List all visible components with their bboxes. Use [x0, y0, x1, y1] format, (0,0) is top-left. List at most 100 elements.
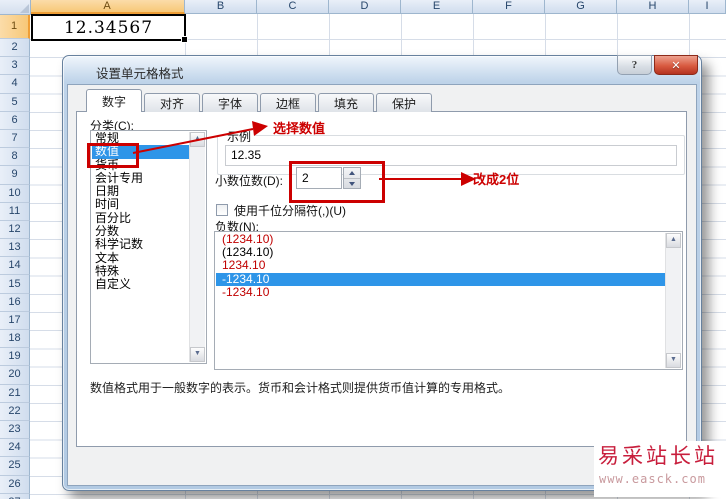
column-header[interactable]: C [257, 0, 329, 14]
negative-format-option[interactable]: -1234.10 [216, 285, 666, 299]
column-header-label: F [505, 0, 512, 12]
scroll-down-icon[interactable]: ▼ [190, 347, 205, 362]
negative-format-option[interactable]: 1234.10 [216, 259, 666, 272]
category-option[interactable]: 文本 [92, 251, 190, 265]
row-header[interactable]: 12 [0, 220, 30, 240]
tab-label: 对齐 [159, 96, 184, 111]
category-option[interactable]: 自定义 [92, 278, 190, 291]
row-header[interactable]: 19 [0, 348, 30, 367]
category-option-label: 特殊 [95, 263, 120, 278]
category-option[interactable]: 日期 [92, 185, 190, 198]
row-header[interactable]: 22 [0, 402, 30, 421]
row-header[interactable]: 23 [0, 420, 30, 440]
row-header-label: 14 [8, 259, 21, 272]
row-header-label: 1 [10, 19, 18, 32]
row-header[interactable]: 9 [0, 166, 30, 185]
negative-formats-listbox[interactable]: (1234.10) (1234.10) 1234.10 -1234.10 -1234.1… [214, 231, 683, 370]
row-header[interactable]: 14 [0, 257, 30, 276]
tab[interactable]: 填充 [318, 93, 374, 112]
close-icon: ✕ [671, 59, 681, 72]
thousands-separator-label: 使用千位分隔符(,)(U) [234, 204, 346, 218]
column-header[interactable]: D [329, 0, 401, 14]
format-cells-dialog: 设置单元格格式 ? ✕ 数字 对齐 字体 边框 填充 保护 分类(C): 常规 数值 货币 会计… [62, 55, 702, 491]
watermark: 易采站长站 www.easck.com [594, 441, 726, 497]
tab-label: 填充 [333, 96, 358, 111]
tab-label: 数字 [101, 94, 126, 109]
column-header-label: I [705, 0, 709, 12]
thousands-separator-checkbox[interactable] [216, 204, 228, 216]
row-header-label: 25 [8, 459, 21, 472]
scroll-up-icon[interactable]: ▲ [666, 233, 681, 248]
row-header[interactable]: 4 [0, 75, 30, 94]
column-header[interactable]: A [30, 0, 185, 14]
row-header[interactable]: 3 [0, 57, 30, 76]
category-option-label: 分数 [95, 224, 120, 239]
negative-format-option[interactable]: (1234.10) [216, 246, 666, 259]
tab[interactable]: 对齐 [144, 93, 200, 112]
close-button[interactable]: ✕ [654, 55, 698, 75]
tab[interactable]: 数字 [86, 89, 142, 112]
category-option-label: 百分比 [95, 210, 132, 225]
category-option[interactable]: 会计专用 [92, 171, 190, 185]
column-header-label: D [360, 0, 369, 12]
row-header-label: 22 [8, 404, 21, 417]
annotation-box-category [87, 143, 139, 168]
help-button[interactable]: ? [617, 55, 652, 75]
row-header[interactable]: 10 [0, 184, 30, 203]
category-option-label: 科学记数 [95, 237, 144, 252]
column-header[interactable]: H [617, 0, 689, 14]
negative-format-option[interactable]: (1234.10) [216, 233, 666, 246]
scroll-down-icon[interactable]: ▼ [666, 353, 681, 368]
sample-groupbox: 示例 12.35 [217, 128, 685, 175]
column-header-label: C [288, 0, 297, 12]
column-header-label: E [432, 0, 441, 12]
row-header[interactable]: 24 [0, 439, 30, 458]
row-header-label: 26 [8, 477, 21, 490]
tab[interactable]: 边框 [260, 93, 316, 112]
row-header[interactable]: 27 [0, 493, 30, 499]
column-header[interactable]: G [545, 0, 617, 14]
number-tab-panel: 分类(C): 常规 数值 货币 会计专用 日期 时间 百分比 分数 科学记数 文本 特殊 自定义 ▲ … [76, 111, 687, 447]
column-header[interactable]: B [185, 0, 257, 14]
row-header-label: 15 [8, 277, 21, 290]
row-header[interactable]: 25 [0, 457, 30, 476]
category-option[interactable]: 科学记数 [92, 238, 190, 251]
negative-format-option[interactable]: -1234.10 [216, 271, 666, 286]
row-header[interactable]: 16 [0, 293, 30, 312]
row-header[interactable]: 2 [0, 39, 30, 58]
row-header[interactable]: 20 [0, 366, 30, 385]
column-header[interactable]: F [473, 0, 545, 14]
tab[interactable]: 保护 [376, 93, 432, 112]
negative-scrollbar[interactable]: ▲ ▼ [665, 233, 681, 368]
row-header[interactable]: 21 [0, 384, 30, 403]
tab[interactable]: 字体 [202, 93, 258, 112]
row-header-label: 20 [8, 368, 21, 381]
row-header[interactable]: 1 [0, 14, 30, 39]
row-header-label: 11 [8, 204, 21, 217]
row-header-label: 23 [8, 423, 21, 436]
row-header[interactable]: 7 [0, 129, 30, 149]
fill-handle[interactable] [181, 36, 188, 43]
row-header-label: 16 [8, 295, 21, 308]
column-header[interactable]: E [401, 0, 473, 14]
annotation-box-decimal [289, 161, 385, 203]
row-header[interactable]: 18 [0, 330, 30, 349]
row-header[interactable]: 11 [0, 202, 30, 221]
row-header[interactable]: 17 [0, 311, 30, 330]
row-header[interactable]: 26 [0, 475, 30, 494]
negative-format-label: -1234.10 [222, 271, 270, 286]
row-header[interactable]: 8 [0, 148, 30, 167]
active-cell-a1[interactable]: 12.34567 [31, 14, 188, 43]
row-header[interactable]: 5 [0, 93, 30, 112]
select-all-corner[interactable] [0, 0, 31, 15]
row-header[interactable]: 6 [0, 111, 30, 130]
category-option[interactable]: 时间 [92, 198, 190, 211]
negative-format-items: (1234.10) (1234.10) 1234.10 -1234.10 -1234.1… [216, 233, 666, 368]
row-header[interactable]: 13 [0, 239, 30, 258]
scroll-up-icon[interactable]: ▲ [190, 132, 205, 147]
category-scrollbar[interactable]: ▲ ▼ [189, 132, 205, 362]
column-header[interactable]: I [689, 0, 726, 14]
row-headers: 1 2 3 4 5 6 7 8 9 10 11 12 13 14 15 16 17 18 19 20 21 22 23 24 2… [0, 14, 30, 499]
row-header[interactable]: 15 [0, 275, 30, 294]
row-header-label: 7 [11, 132, 18, 145]
